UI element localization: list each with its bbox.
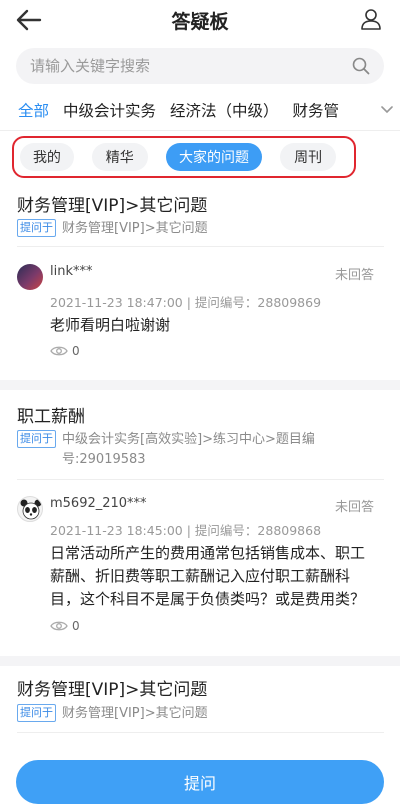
username: link*** <box>50 264 93 279</box>
search-input[interactable] <box>30 57 352 75</box>
back-arrow-icon[interactable] <box>14 6 44 34</box>
divider <box>17 732 384 733</box>
avatar[interactable] <box>17 264 43 290</box>
status-badge: 未回答 <box>334 500 374 515</box>
question-source: 提问于 财务管理[VIP]>其它问题 <box>17 219 322 239</box>
source-path: 财务管理[VIP]>其它问题 <box>62 706 208 721</box>
eye-icon <box>50 346 68 356</box>
question-card[interactable]: 财务管理[VIP]>其它问题 提问于 财务管理[VIP]>其它问题 <box>0 666 400 750</box>
filter-tab-mine[interactable]: 我的 <box>20 143 74 171</box>
question-source: 提问于 中级会计实务[高效实验]>练习中心>题目编号:29019583 <box>17 430 322 470</box>
page-title: 答疑板 <box>171 10 229 33</box>
asked-in-tag: 提问于 <box>17 704 56 722</box>
category-expand[interactable] <box>360 96 400 124</box>
status-badge: 未回答 <box>334 268 374 283</box>
question-card[interactable]: 职工薪酬 提问于 中级会计实务[高效实验]>练习中心>题目编号:29019583… <box>0 392 400 652</box>
category-tabs: 全部 中级会计实务 经济法（中级） 财务管 <box>0 96 400 124</box>
divider <box>17 479 384 480</box>
filter-tab-everyones-questions[interactable]: 大家的问题 <box>165 143 263 171</box>
divider <box>17 246 384 247</box>
panda-avatar-icon <box>20 499 42 520</box>
question-source: 提问于 财务管理[VIP]>其它问题 <box>17 704 322 724</box>
category-tab-financial-management[interactable]: 财务管 <box>293 99 340 121</box>
question-meta: 2021-11-23 18:47:00 | 提问编号：28809869 <box>50 295 322 310</box>
asked-in-tag: 提问于 <box>17 430 56 448</box>
category-tab-all[interactable]: 全部 <box>18 99 49 121</box>
search-icon[interactable] <box>352 57 370 75</box>
chevron-down-icon <box>381 106 393 114</box>
view-count: 0 <box>50 344 80 358</box>
divider <box>0 130 400 131</box>
bottom-action-bar: 提问 <box>0 750 400 812</box>
question-card[interactable]: 财务管理[VIP]>其它问题 提问于 财务管理[VIP]>其它问题 link**… <box>0 186 400 376</box>
filter-tab-featured[interactable]: 精华 <box>91 143 148 171</box>
question-title: 财务管理[VIP]>其它问题 <box>17 196 208 216</box>
avatar[interactable] <box>17 496 43 522</box>
search-bar <box>16 48 384 84</box>
asked-in-tag: 提问于 <box>17 219 56 237</box>
question-title: 职工薪酬 <box>17 407 85 427</box>
ask-question-button[interactable]: 提问 <box>16 760 384 804</box>
category-tab-economic-law[interactable]: 经济法（中级） <box>170 99 279 121</box>
view-count: 0 <box>50 619 80 633</box>
view-count-value: 0 <box>72 619 80 633</box>
card-gap <box>0 656 400 666</box>
user-icon[interactable] <box>360 8 382 30</box>
question-text: 老师看明白啦谢谢 <box>50 316 171 334</box>
filter-tab-weekly[interactable]: 周刊 <box>280 143 337 171</box>
question-meta: 2021-11-23 18:45:00 | 提问编号：28809868 <box>50 523 322 538</box>
source-path: 中级会计实务[高效实验]>练习中心>题目编号:29019583 <box>62 432 315 467</box>
category-tab-intermediate-accounting[interactable]: 中级会计实务 <box>63 99 156 121</box>
card-gap <box>0 380 400 390</box>
eye-icon <box>50 621 68 631</box>
question-text: 日常活动所产生的费用通常包括销售成本、职工薪酬、折旧费等职工薪酬记入应付职工薪酬… <box>50 544 366 608</box>
view-count-value: 0 <box>72 344 80 358</box>
question-title: 财务管理[VIP]>其它问题 <box>17 680 208 700</box>
top-bar: 答疑板 <box>0 0 400 40</box>
source-path: 财务管理[VIP]>其它问题 <box>62 221 208 236</box>
filter-tabs: 我的 精华 大家的问题 周刊 <box>12 136 356 178</box>
username: m5692_210*** <box>50 496 147 511</box>
